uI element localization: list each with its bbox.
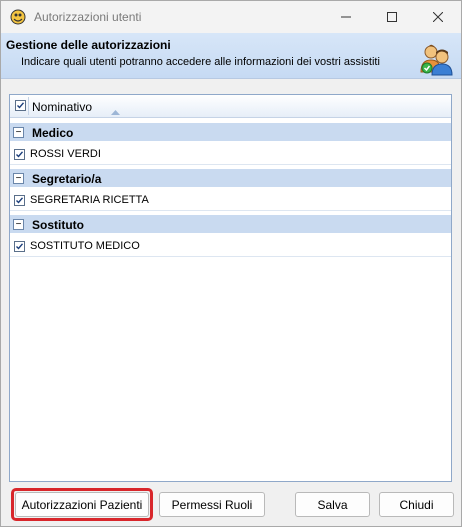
group-label: Segretario/a [32, 172, 102, 186]
list-item[interactable]: SOSTITUTO MEDICO [10, 237, 451, 257]
window-title: Autorizzazioni utenti [34, 10, 142, 24]
users-grid: Nominativo − Medico ROSSI VERDI − Segret… [9, 94, 452, 482]
header-subtitle: Indicare quali utenti potranno accedere … [21, 56, 380, 68]
group-row-medico[interactable]: − Medico [10, 123, 451, 143]
user-checkbox[interactable] [14, 195, 25, 206]
header-band: Gestione delle autorizzazioni Indicare q… [1, 33, 461, 79]
title-bar: Autorizzazioni utenti [1, 1, 461, 33]
collapse-icon[interactable]: − [13, 127, 24, 138]
close-window-button[interactable] [415, 1, 461, 33]
sort-ascending-icon [111, 104, 120, 118]
minimize-button[interactable] [323, 1, 369, 33]
user-name: SOSTITUTO MEDICO [30, 240, 140, 252]
header-title: Gestione delle autorizzazioni [6, 38, 171, 52]
maximize-icon [387, 12, 397, 22]
app-icon [10, 9, 26, 25]
user-name: SEGRETARIA RICETTA [30, 194, 149, 206]
column-header-nominativo[interactable]: Nominativo [32, 100, 92, 114]
users-icon [419, 42, 453, 76]
role-permissions-button[interactable]: Permessi Ruoli [159, 492, 265, 517]
auth-patients-button[interactable]: Autorizzazioni Pazienti [15, 492, 149, 517]
group-row-segretario[interactable]: − Segretario/a [10, 169, 451, 189]
user-name: ROSSI VERDI [30, 148, 101, 160]
minimize-icon [341, 16, 351, 18]
collapse-icon[interactable]: − [13, 173, 24, 184]
collapse-icon[interactable]: − [13, 219, 24, 230]
authorization-window: Autorizzazioni utenti Gestione delle aut… [0, 0, 462, 527]
group-row-sostituto[interactable]: − Sostituto [10, 215, 451, 235]
close-button[interactable]: Chiudi [379, 492, 454, 517]
group-label: Sostituto [32, 218, 84, 232]
grid-header: Nominativo [10, 95, 451, 118]
group-label: Medico [32, 126, 74, 140]
user-checkbox[interactable] [14, 149, 25, 160]
list-item[interactable]: ROSSI VERDI [10, 145, 451, 165]
user-checkbox[interactable] [14, 241, 25, 252]
maximize-button[interactable] [369, 1, 415, 33]
save-button[interactable]: Salva [295, 492, 370, 517]
select-all-checkbox[interactable] [15, 100, 26, 111]
list-item[interactable]: SEGRETARIA RICETTA [10, 191, 451, 211]
close-icon [433, 12, 443, 22]
